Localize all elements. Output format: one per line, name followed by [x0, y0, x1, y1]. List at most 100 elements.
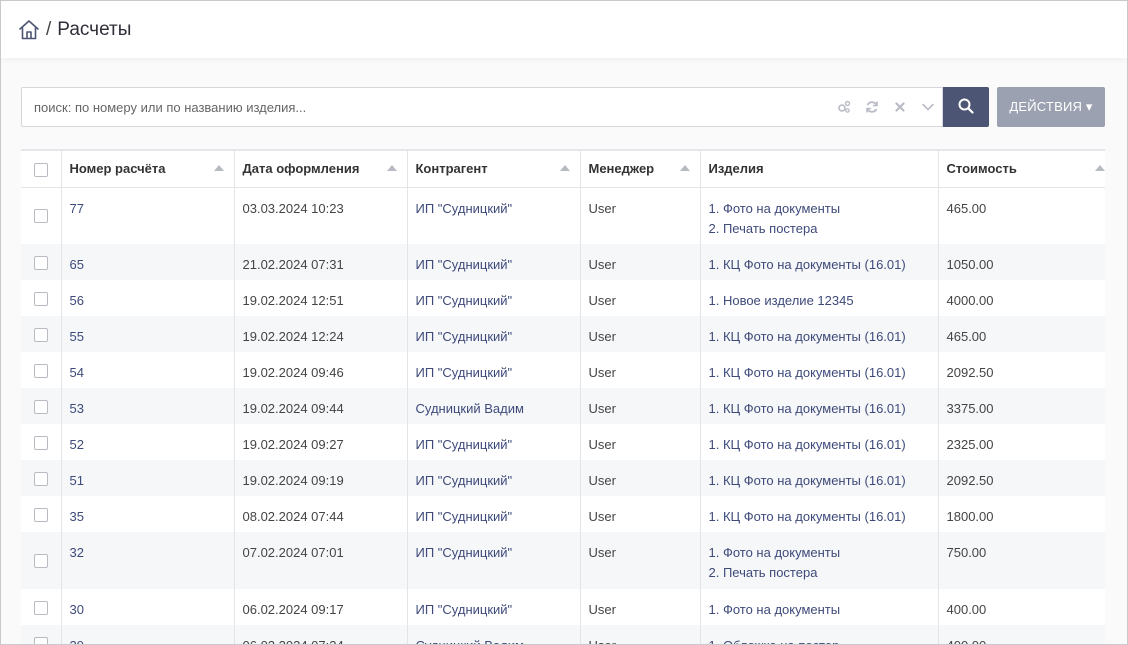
table-row[interactable]: 54 19.02.2024 09:46 ИП "Судницкий" User 1. К…	[21, 352, 1105, 388]
search-icon	[958, 98, 974, 117]
contractor-link[interactable]: ИП "Судницкий"	[416, 365, 513, 380]
calc-number-link-cell: 32	[61, 532, 235, 589]
table-row[interactable]: 56 19.02.2024 12:51 ИП "Судницкий" User 1. Н…	[21, 280, 1105, 316]
product-link[interactable]: 1. КЦ Фото на документы (16.01)	[709, 255, 930, 275]
column-header-cost[interactable]: Стоимость	[938, 151, 1105, 188]
product-link[interactable]: 1. Фото на документы	[709, 600, 930, 620]
product-link[interactable]: 2. Печать постера	[709, 563, 930, 583]
home-icon[interactable]	[18, 19, 40, 41]
row-checkbox[interactable]	[33, 255, 48, 270]
row-checkbox[interactable]	[33, 209, 48, 224]
row-checkbox[interactable]	[33, 435, 48, 450]
date-text-cell: 06.02.2024 07:24	[234, 625, 408, 644]
contractor-link[interactable]: ИП "Судницкий"	[416, 437, 513, 452]
calc-number-link[interactable]: 54	[70, 365, 84, 380]
product-link[interactable]: 1. КЦ Фото на документы (16.01)	[709, 435, 930, 455]
calc-number-link[interactable]: 56	[70, 293, 84, 308]
products-cell: 1. КЦ Фото на документы (16.01)	[700, 388, 939, 424]
product-link[interactable]: 1. КЦ Фото на документы (16.01)	[709, 471, 930, 491]
row-checkbox[interactable]	[33, 554, 48, 569]
calc-number-link[interactable]: 51	[70, 473, 84, 488]
products-cell: 1. Фото на документы 2. Печать постера	[700, 187, 939, 244]
table-row[interactable]: 32 07.02.2024 07:01 ИП "Судницкий" User 1. Ф…	[21, 532, 1105, 589]
gears-icon[interactable]	[830, 88, 858, 126]
date-text-cell: 19.02.2024 09:19	[234, 460, 408, 496]
sort-icon[interactable]	[386, 165, 397, 171]
row-checkbox[interactable]	[33, 327, 48, 342]
row-checkbox[interactable]	[33, 363, 48, 378]
date-text: 08.02.2024 07:44	[242, 509, 344, 524]
row-checkbox[interactable]	[33, 507, 48, 522]
column-header-date[interactable]: Дата оформления	[234, 151, 408, 188]
contractor-link[interactable]: ИП "Судницкий"	[416, 509, 513, 524]
product-link[interactable]: 1. Обложка на постер	[709, 636, 930, 644]
select-all-checkbox[interactable]	[33, 162, 48, 177]
table-row[interactable]: 65 21.02.2024 07:31 ИП "Судницкий" User 1. К…	[21, 244, 1105, 280]
contractor-link[interactable]: ИП "Судницкий"	[416, 201, 513, 216]
sort-icon[interactable]	[1094, 165, 1105, 171]
product-link[interactable]: 1. КЦ Фото на документы (16.01)	[709, 327, 930, 347]
manager-text: User	[588, 365, 616, 380]
contractor-link[interactable]: ИП "Судницкий"	[416, 473, 513, 488]
table-row[interactable]: 35 08.02.2024 07:44 ИП "Судницкий" User 1. К…	[21, 496, 1105, 532]
table-row[interactable]: 30 06.02.2024 09:17 ИП "Судницкий" User 1. Ф…	[21, 589, 1105, 625]
product-link[interactable]: 1. Новое изделие 12345	[709, 291, 930, 311]
date-text: 03.03.2024 10:23	[242, 200, 344, 216]
actions-button[interactable]: ДЕЙСТВИЯ ▾	[997, 87, 1105, 127]
table-row[interactable]: 51 19.02.2024 09:19 ИП "Судницкий" User 1. К…	[21, 460, 1105, 496]
column-header-contractor[interactable]: Контрагент	[407, 151, 581, 188]
sort-icon[interactable]	[213, 165, 224, 171]
table-row[interactable]: 53 19.02.2024 09:44 Судницкий Вадим User 1. …	[21, 388, 1105, 424]
calc-number-link[interactable]: 35	[70, 509, 84, 524]
manager-text-cell: User	[580, 316, 701, 352]
calc-number-link[interactable]: 29	[70, 638, 84, 644]
row-checkbox[interactable]	[33, 291, 48, 306]
table-row[interactable]: 29 06.02.2024 07:24 Судницкий Вадим User 1. …	[21, 625, 1105, 644]
calc-number-link[interactable]: 32	[70, 545, 84, 560]
calc-number-link[interactable]: 52	[70, 437, 84, 452]
product-link[interactable]: 1. КЦ Фото на документы (16.01)	[709, 399, 930, 419]
table-row[interactable]: 52 19.02.2024 09:27 ИП "Судницкий" User 1. К…	[21, 424, 1105, 460]
refresh-icon[interactable]	[858, 88, 886, 126]
contractor-link[interactable]: ИП "Судницкий"	[416, 257, 513, 272]
sort-icon[interactable]	[679, 165, 690, 171]
cost-text: 2092.50	[946, 473, 994, 488]
calc-number-link[interactable]: 30	[70, 602, 84, 617]
calc-number-link[interactable]: 65	[70, 257, 84, 272]
cost-text-cell: 2092.50	[938, 352, 1105, 388]
product-link[interactable]: 1. Фото на документы	[709, 543, 930, 563]
row-checkbox[interactable]	[33, 600, 48, 615]
search-button[interactable]	[943, 87, 989, 127]
calc-number-link[interactable]: 55	[70, 329, 84, 344]
products-cell: 1. Новое изделие 12345	[700, 280, 939, 316]
column-header-manager[interactable]: Менеджер	[580, 151, 701, 188]
manager-text: User	[588, 200, 616, 216]
search-input[interactable]	[22, 88, 830, 126]
contractor-link[interactable]: Судницкий Вадим	[416, 638, 524, 644]
product-link[interactable]: 1. Фото на документы	[709, 199, 930, 219]
row-checkbox[interactable]	[33, 471, 48, 486]
column-header-number[interactable]: Номер расчёта	[61, 151, 235, 188]
date-text: 19.02.2024 12:51	[242, 293, 344, 308]
contractor-link[interactable]: ИП "Судницкий"	[416, 545, 513, 560]
product-link[interactable]: 2. Печать постера	[709, 219, 930, 239]
close-icon[interactable]	[886, 88, 914, 126]
row-checkbox[interactable]	[33, 399, 48, 414]
chevron-down-icon[interactable]	[914, 88, 942, 126]
cost-text: 400.00	[946, 602, 987, 617]
contractor-link[interactable]: Судницкий Вадим	[416, 401, 524, 416]
contractor-link[interactable]: ИП "Судницкий"	[416, 293, 513, 308]
calc-number-link[interactable]: 77	[70, 201, 84, 216]
select-all-cell	[21, 151, 62, 188]
manager-text-cell: User	[580, 244, 701, 280]
product-link[interactable]: 1. КЦ Фото на документы (16.01)	[709, 363, 930, 383]
product-link[interactable]: 1. КЦ Фото на документы (16.01)	[709, 507, 930, 527]
sort-icon[interactable]	[559, 165, 570, 171]
row-checkbox[interactable]	[33, 636, 48, 644]
contractor-link[interactable]: ИП "Судницкий"	[416, 329, 513, 344]
table-row[interactable]: 55 19.02.2024 12:24 ИП "Судницкий" User 1. К…	[21, 316, 1105, 352]
page-title: Расчеты	[57, 18, 132, 40]
table-row[interactable]: 77 03.03.2024 10:23 ИП "Судницкий" User 1. Ф…	[21, 187, 1105, 244]
contractor-link[interactable]: ИП "Судницкий"	[416, 602, 513, 617]
calc-number-link[interactable]: 53	[70, 401, 84, 416]
